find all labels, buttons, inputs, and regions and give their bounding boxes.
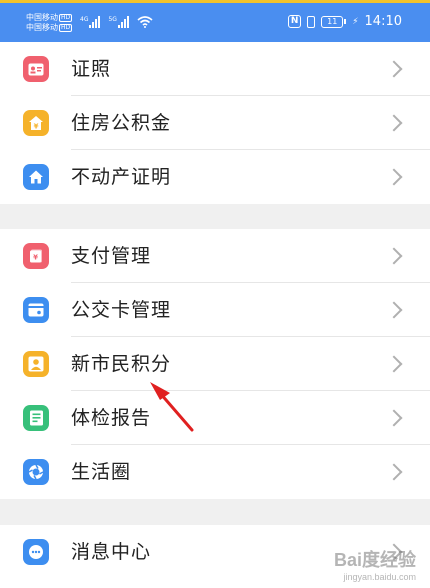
menu-item-new-citizen-points[interactable]: 新市民积分 <box>0 337 430 391</box>
chevron-right-icon <box>385 409 403 427</box>
battery-icon: 11 <box>321 15 347 28</box>
menu-group-2: ¥ 支付管理 公交卡管理 新市民积分 体检报告 生活圈 <box>0 229 430 499</box>
baidu-watermark-logo: Bai度经验 jingyan.baidu.com <box>334 546 416 582</box>
chevron-right-icon <box>385 114 403 132</box>
net-tag-1: 4G <box>80 16 89 23</box>
net-tag-2: 5G <box>108 16 117 23</box>
menu-item-label: 证照 <box>71 58 112 80</box>
nfc-icon: N <box>288 15 302 28</box>
menu-item-label: 生活圈 <box>71 461 132 483</box>
hd-badge-2: HD <box>59 24 73 32</box>
chevron-right-icon <box>385 60 403 78</box>
menu-item-label: 支付管理 <box>71 245 152 267</box>
chevron-right-icon <box>385 247 403 265</box>
svg-text:¥: ¥ <box>33 254 38 262</box>
menu-item-label: 消息中心 <box>71 541 152 563</box>
status-bar: 中国移动 HD 中国移动 HD 4G 5G N 11 ⚡ 14:10 <box>0 0 430 42</box>
menu-item-license[interactable]: 证照 <box>0 42 430 96</box>
charging-icon: ⚡ <box>352 16 359 27</box>
menu-item-payment[interactable]: ¥ 支付管理 <box>0 229 430 283</box>
battery-level: 11 <box>321 15 344 28</box>
menu-item-label: 体检报告 <box>71 407 152 429</box>
chevron-right-icon <box>385 301 403 319</box>
person-icon <box>23 351 49 377</box>
payment-icon: ¥ <box>23 243 49 269</box>
message-icon <box>23 539 49 565</box>
menu-item-label: 公交卡管理 <box>71 299 172 321</box>
id-card-icon <box>23 56 49 82</box>
clock: 14:10 <box>364 14 402 29</box>
menu-item-life-circle[interactable]: 生活圈 <box>0 445 430 499</box>
menu-item-label: 住房公积金 <box>71 112 172 134</box>
menu-item-label: 不动产证明 <box>71 166 172 188</box>
menu-group-1: 证照 ¥ 住房公积金 不动产证明 <box>0 42 430 204</box>
carrier-1: 中国移动 <box>26 13 58 22</box>
menu-item-housing-fund[interactable]: ¥ 住房公积金 <box>0 96 430 150</box>
watermark-url: jingyan.baidu.com <box>343 572 416 582</box>
menu-item-property-cert[interactable]: 不动产证明 <box>0 150 430 204</box>
bus-card-icon <box>23 297 49 323</box>
watermark-text: Bai度经验 <box>333 550 416 570</box>
chevron-right-icon <box>385 463 403 481</box>
signal-bars-2-icon <box>117 16 129 28</box>
carrier-2: 中国移动 <box>26 23 58 32</box>
svg-text:¥: ¥ <box>34 123 39 131</box>
report-icon <box>23 405 49 431</box>
hd-badge-1: HD <box>59 14 73 22</box>
signal-indicators: 4G 5G <box>80 16 153 28</box>
status-right: N 11 ⚡ 14:10 <box>288 14 402 29</box>
menu-item-health-report[interactable]: 体检报告 <box>0 391 430 445</box>
chevron-right-icon <box>385 168 403 186</box>
house-fund-icon: ¥ <box>23 110 49 136</box>
home-icon <box>23 164 49 190</box>
aperture-icon <box>23 459 49 485</box>
carrier-info: 中国移动 HD 中国移动 HD <box>26 13 73 33</box>
menu-item-bus-card[interactable]: 公交卡管理 <box>0 283 430 337</box>
wifi-icon <box>137 16 153 28</box>
status-bar-top-line <box>0 0 430 3</box>
signal-bars-1-icon <box>89 16 101 28</box>
chevron-right-icon <box>385 355 403 373</box>
vibrate-icon <box>307 15 316 28</box>
menu-item-label: 新市民积分 <box>71 353 172 375</box>
